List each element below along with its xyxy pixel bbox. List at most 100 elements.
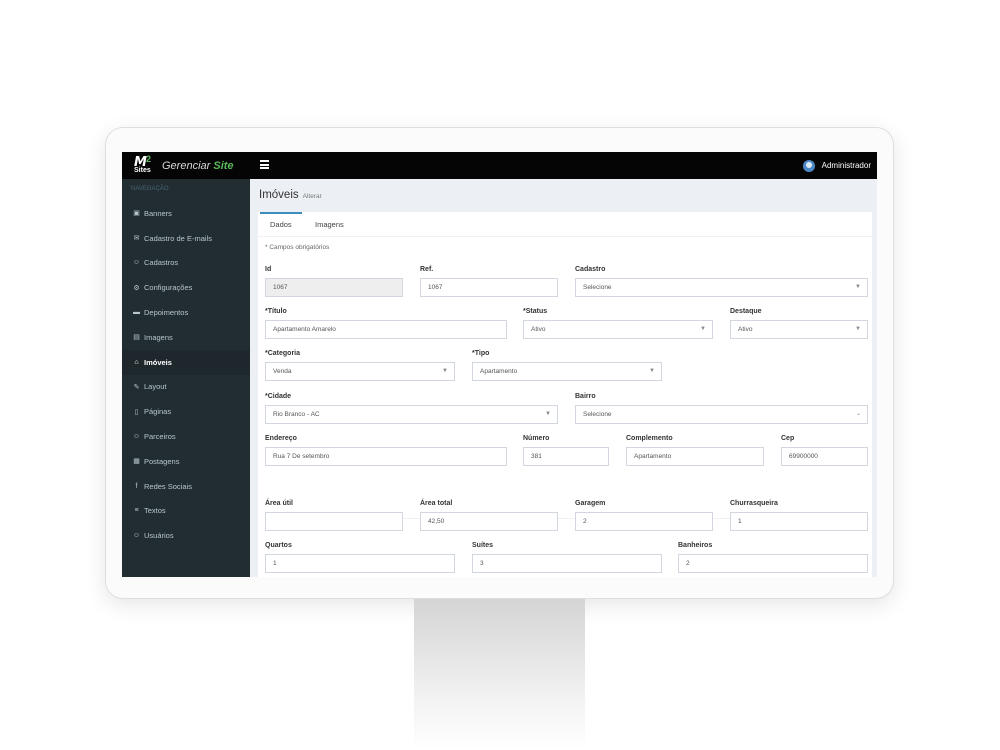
destaque-label: Destaque bbox=[730, 308, 762, 315]
required-note: * Campos obrigatórios bbox=[265, 244, 330, 251]
sidebar-item-cadastro-emails[interactable]: ✉ Cadastro de E-mails bbox=[122, 226, 250, 251]
sidebar-item-label: Configurações bbox=[144, 283, 193, 293]
sidebar-item-cadastros[interactable]: ☺ Cadastros bbox=[122, 251, 250, 276]
titulo-field[interactable]: Apartamento Amarelo bbox=[265, 320, 507, 339]
cadastro-select[interactable]: Selecione ▼ bbox=[575, 278, 868, 297]
caret-down-icon: ▼ bbox=[649, 368, 655, 374]
sidebar-item-label: Layout bbox=[144, 382, 167, 392]
home-icon: ⌂ bbox=[134, 358, 139, 366]
envelope-icon: ✉ bbox=[133, 235, 140, 243]
area-total-label: Área total bbox=[420, 500, 453, 507]
users-icon: ☺ bbox=[132, 532, 141, 540]
sidebar-item-redes-sociais[interactable]: f Redes Sociais bbox=[122, 474, 250, 499]
tab-imagens[interactable]: Imagens bbox=[305, 212, 354, 237]
user-name: Administrador bbox=[821, 161, 871, 170]
cep-label: Cep bbox=[781, 435, 795, 442]
quartos-label: Quartos bbox=[265, 542, 292, 549]
gears-icon: ⚙ bbox=[133, 284, 140, 292]
brand-title-plain: Gerenciar bbox=[162, 159, 214, 172]
sidebar-item-label: Usuários bbox=[144, 531, 174, 541]
cadastro-value: Selecione bbox=[583, 284, 612, 291]
complemento-label: Complemento bbox=[626, 435, 673, 442]
status-value: Ativo bbox=[531, 326, 546, 333]
cep-field[interactable]: 69900000 bbox=[781, 447, 868, 466]
ref-label: Ref. bbox=[420, 266, 434, 273]
m2-sites-logo-icon: M 2 Sites bbox=[134, 153, 156, 175]
sidebar-item-paginas[interactable]: ▯ Páginas bbox=[122, 399, 250, 424]
caret-down-icon: ▼ bbox=[442, 368, 448, 374]
users-icon: ☺ bbox=[132, 433, 141, 441]
caret-down-icon: ▼ bbox=[855, 284, 861, 290]
status-select[interactable]: Ativo ▼ bbox=[523, 320, 713, 339]
categoria-label: *Categoria bbox=[265, 350, 301, 357]
bairro-select[interactable]: Selecione ⌄ bbox=[575, 405, 868, 424]
sidebar-item-textos[interactable]: ≡ Textos bbox=[122, 499, 250, 524]
brand-logo[interactable]: M 2 Sites Gerenciar Site bbox=[122, 152, 250, 179]
file-icon: ▯ bbox=[134, 408, 139, 416]
logo-sup: 2 bbox=[146, 153, 152, 164]
top-navbar: M 2 Sites Gerenciar Site Administrador bbox=[122, 152, 877, 179]
categoria-select[interactable]: Venda ▼ bbox=[265, 362, 455, 381]
garagem-field[interactable]: 2 bbox=[575, 512, 713, 531]
tipo-label: *Tipo bbox=[472, 350, 490, 357]
sidebar-header: NAVEGAÇÃO bbox=[131, 186, 169, 192]
sidebar-item-postagens[interactable]: ▦ Postagens bbox=[122, 449, 250, 474]
cidade-select[interactable]: Rio Branco - AC ▼ bbox=[265, 405, 558, 424]
complemento-field[interactable]: Apartamento bbox=[626, 447, 764, 466]
sidebar-item-layout[interactable]: ✎ Layout bbox=[122, 375, 250, 400]
quartos-field[interactable]: 1 bbox=[265, 554, 455, 573]
banheiros-field[interactable]: 2 bbox=[678, 554, 868, 573]
newspaper-icon: ▦ bbox=[133, 458, 140, 466]
endereco-field[interactable]: Rua 7 De setembro bbox=[265, 447, 507, 466]
sidebar-item-label: Cadastro de E-mails bbox=[144, 233, 212, 243]
comment-icon: ▬ bbox=[133, 309, 140, 317]
sidebar-item-label: Imagens bbox=[144, 332, 173, 342]
sidebar-item-banners[interactable]: ▣ Banners bbox=[122, 201, 250, 226]
area-util-field[interactable] bbox=[265, 512, 403, 531]
bairro-value: Selecione bbox=[583, 411, 612, 418]
caret-down-icon: ▼ bbox=[855, 326, 861, 332]
user-menu[interactable]: Administrador bbox=[802, 152, 871, 179]
suites-field[interactable]: 3 bbox=[472, 554, 662, 573]
caret-down-icon: ▼ bbox=[545, 411, 551, 417]
destaque-value: Ativo bbox=[738, 326, 753, 333]
ref-field[interactable]: 1067 bbox=[420, 278, 558, 297]
cadastro-label: Cadastro bbox=[575, 266, 606, 273]
numero-field[interactable]: 381 bbox=[523, 447, 609, 466]
destaque-select[interactable]: Ativo ▼ bbox=[730, 320, 868, 339]
content-area: Imóveis Alterar Dados Imagens * Campos o… bbox=[250, 179, 877, 577]
churrasqueira-label: Churrasqueira bbox=[730, 500, 778, 507]
caret-down-icon: ▼ bbox=[700, 326, 706, 332]
hamburger-icon[interactable] bbox=[260, 160, 269, 169]
facebook-icon: f bbox=[135, 482, 138, 490]
cidade-value: Rio Branco - AC bbox=[273, 411, 320, 418]
page-title: Imóveis bbox=[259, 189, 299, 201]
brush-icon: ✎ bbox=[133, 383, 140, 391]
area-util-label: Área útil bbox=[265, 500, 294, 507]
titulo-label: *Título bbox=[265, 308, 287, 315]
monitor-stand bbox=[414, 599, 585, 750]
page-subtitle: Alterar bbox=[302, 193, 322, 200]
brand-title-accent: Site bbox=[213, 159, 234, 172]
tipo-select[interactable]: Apartamento ▼ bbox=[472, 362, 662, 381]
sidebar-item-imagens[interactable]: ▤ Imagens bbox=[122, 325, 250, 350]
numero-label: Número bbox=[523, 435, 550, 442]
picture-icon: ▤ bbox=[133, 334, 140, 342]
churrasqueira-field[interactable]: 1 bbox=[730, 512, 868, 531]
app-screen: M 2 Sites Gerenciar Site Administrador N… bbox=[122, 152, 877, 577]
chevron-down-icon: ⌄ bbox=[855, 411, 861, 417]
list-icon: ≡ bbox=[134, 507, 139, 515]
area-total-field[interactable]: 42,50 bbox=[420, 512, 558, 531]
sidebar-item-usuarios[interactable]: ☺ Usuários bbox=[122, 523, 250, 548]
sidebar-item-depoimentos[interactable]: ▬ Depoimentos bbox=[122, 300, 250, 325]
sidebar-item-label: Páginas bbox=[144, 407, 172, 417]
id-field: 1067 bbox=[265, 278, 403, 297]
sidebar-item-imoveis[interactable]: ⌂ Imóveis bbox=[122, 349, 250, 375]
status-label: *Status bbox=[523, 308, 548, 315]
sidebar-item-parceiros[interactable]: ☺ Parceiros bbox=[122, 424, 250, 449]
sidebar-item-label: Imóveis bbox=[144, 357, 172, 367]
tab-dados[interactable]: Dados bbox=[260, 212, 302, 237]
banheiros-label: Banheiros bbox=[678, 542, 713, 549]
sidebar-item-configuracoes[interactable]: ⚙ Configurações bbox=[122, 275, 250, 300]
garagem-label: Garagem bbox=[575, 500, 606, 507]
